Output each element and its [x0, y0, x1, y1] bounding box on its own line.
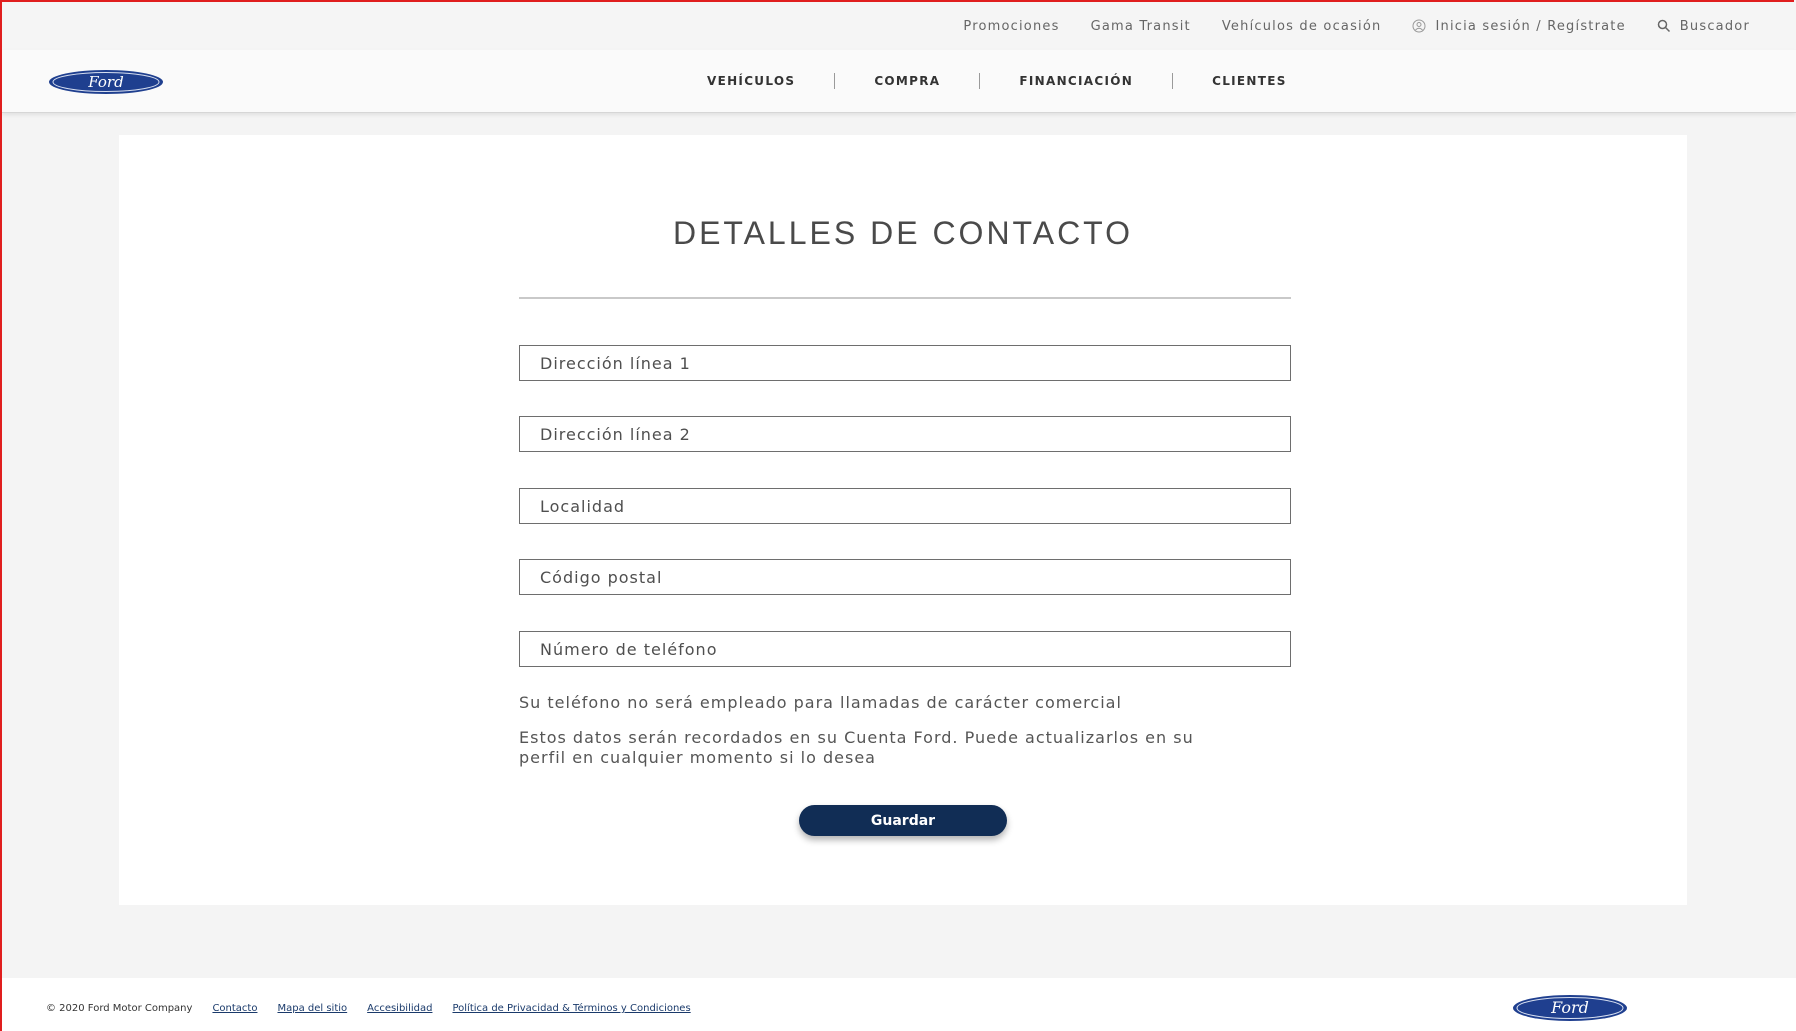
nav-divider: [979, 73, 981, 89]
login-link[interactable]: Inicia sesión / Regístrate: [1412, 19, 1625, 34]
city-input[interactable]: [519, 488, 1291, 524]
copyright: © 2020 Ford Motor Company: [46, 1003, 193, 1014]
svg-text:Ford: Ford: [87, 73, 123, 91]
page-title: DETALLES DE CONTACTO: [672, 215, 1134, 251]
title-divider: [519, 297, 1291, 299]
footer-links: © 2020 Ford Motor Company Contacto Mapa …: [46, 1003, 691, 1014]
postal-code-input[interactable]: [519, 559, 1291, 595]
utility-link-vehiculos-ocasion[interactable]: Vehículos de ocasión: [1222, 19, 1382, 34]
phone-input[interactable]: [519, 631, 1291, 667]
account-note: Estos datos serán recordados en su Cuent…: [519, 728, 1194, 767]
address-line-1-input[interactable]: [519, 345, 1291, 381]
footer: © 2020 Ford Motor Company Contacto Mapa …: [2, 978, 1796, 1031]
utility-link-gama-transit[interactable]: Gama Transit: [1091, 19, 1191, 34]
nav-divider: [1172, 73, 1174, 89]
phone-privacy-note: Su teléfono no será empleado para llamad…: [519, 693, 1122, 712]
footer-link-privacidad[interactable]: Política de Privacidad & Términos y Cond…: [452, 1003, 690, 1014]
footer-link-mapa-sitio[interactable]: Mapa del sitio: [277, 1003, 347, 1014]
nav-vehiculos[interactable]: VEHÍCULOS: [707, 74, 795, 88]
contact-details-card: DETALLES DE CONTACTO Su teléfono no será…: [119, 135, 1687, 905]
user-icon: [1412, 19, 1426, 33]
nav-compra[interactable]: COMPRA: [874, 74, 940, 88]
main-nav-items: VEHÍCULOS COMPRA FINANCIACIÓN CLIENTES: [707, 50, 1287, 112]
svg-text:Ford: Ford: [1550, 998, 1589, 1017]
nav-divider: [834, 73, 836, 89]
footer-link-contacto[interactable]: Contacto: [212, 1003, 257, 1014]
footer-ford-logo[interactable]: Ford: [1512, 994, 1628, 1026]
magnifier-icon: [1657, 19, 1670, 33]
ford-logo[interactable]: Ford: [48, 69, 164, 99]
nav-financiacion[interactable]: FINANCIACIÓN: [1019, 74, 1133, 88]
utility-links: Promociones Gama Transit Vehículos de oc…: [963, 2, 1750, 50]
address-line-2-input[interactable]: [519, 416, 1291, 452]
utility-link-promociones[interactable]: Promociones: [963, 19, 1059, 34]
nav-clientes[interactable]: CLIENTES: [1212, 74, 1287, 88]
utility-bar: Promociones Gama Transit Vehículos de oc…: [2, 2, 1796, 51]
footer-link-accesibilidad[interactable]: Accesibilidad: [367, 1003, 432, 1014]
search-link[interactable]: Buscador: [1657, 19, 1750, 34]
save-button[interactable]: Guardar: [799, 805, 1007, 836]
login-label: Inicia sesión / Regístrate: [1435, 18, 1626, 34]
main-nav: Ford VEHÍCULOS COMPRA FINANCIACIÓN CLIEN…: [2, 50, 1796, 113]
search-label: Buscador: [1679, 18, 1750, 34]
